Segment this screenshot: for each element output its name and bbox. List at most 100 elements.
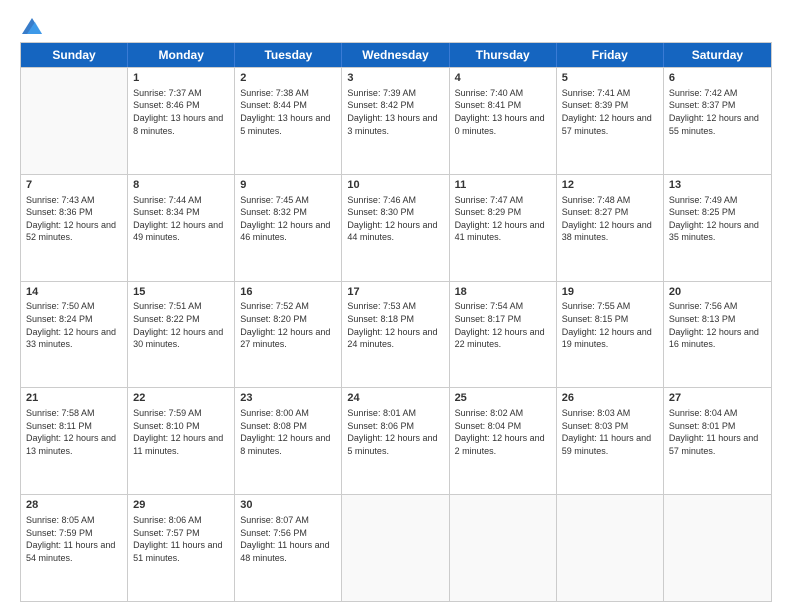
day-cell-30: 30Sunrise: 8:07 AM Sunset: 7:56 PM Dayli…: [235, 495, 342, 601]
day-number: 8: [133, 178, 229, 193]
day-cell-15: 15Sunrise: 7:51 AM Sunset: 8:22 PM Dayli…: [128, 282, 235, 388]
day-cell-22: 22Sunrise: 7:59 AM Sunset: 8:10 PM Dayli…: [128, 388, 235, 494]
day-cell-3: 3Sunrise: 7:39 AM Sunset: 8:42 PM Daylig…: [342, 68, 449, 174]
day-info: Sunrise: 7:48 AM Sunset: 8:27 PM Dayligh…: [562, 194, 658, 244]
day-number: 18: [455, 285, 551, 300]
day-info: Sunrise: 7:58 AM Sunset: 8:11 PM Dayligh…: [26, 407, 122, 457]
day-number: 7: [26, 178, 122, 193]
day-cell-7: 7Sunrise: 7:43 AM Sunset: 8:36 PM Daylig…: [21, 175, 128, 281]
day-cell-4: 4Sunrise: 7:40 AM Sunset: 8:41 PM Daylig…: [450, 68, 557, 174]
day-cell-6: 6Sunrise: 7:42 AM Sunset: 8:37 PM Daylig…: [664, 68, 771, 174]
day-cell-10: 10Sunrise: 7:46 AM Sunset: 8:30 PM Dayli…: [342, 175, 449, 281]
day-number: 11: [455, 178, 551, 193]
page: SundayMondayTuesdayWednesdayThursdayFrid…: [0, 0, 792, 612]
day-info: Sunrise: 8:03 AM Sunset: 8:03 PM Dayligh…: [562, 407, 658, 457]
empty-cell: [557, 495, 664, 601]
day-info: Sunrise: 7:46 AM Sunset: 8:30 PM Dayligh…: [347, 194, 443, 244]
day-cell-8: 8Sunrise: 7:44 AM Sunset: 8:34 PM Daylig…: [128, 175, 235, 281]
day-info: Sunrise: 7:51 AM Sunset: 8:22 PM Dayligh…: [133, 300, 229, 350]
day-number: 22: [133, 391, 229, 406]
day-info: Sunrise: 7:43 AM Sunset: 8:36 PM Dayligh…: [26, 194, 122, 244]
day-cell-23: 23Sunrise: 8:00 AM Sunset: 8:08 PM Dayli…: [235, 388, 342, 494]
day-number: 30: [240, 498, 336, 513]
empty-cell: [21, 68, 128, 174]
day-info: Sunrise: 7:52 AM Sunset: 8:20 PM Dayligh…: [240, 300, 336, 350]
day-cell-12: 12Sunrise: 7:48 AM Sunset: 8:27 PM Dayli…: [557, 175, 664, 281]
header: [20, 18, 772, 34]
day-info: Sunrise: 8:00 AM Sunset: 8:08 PM Dayligh…: [240, 407, 336, 457]
empty-cell: [342, 495, 449, 601]
calendar: SundayMondayTuesdayWednesdayThursdayFrid…: [20, 42, 772, 602]
calendar-body: 1Sunrise: 7:37 AM Sunset: 8:46 PM Daylig…: [21, 67, 771, 601]
logo: [20, 18, 42, 34]
calendar-header: SundayMondayTuesdayWednesdayThursdayFrid…: [21, 43, 771, 67]
week-row-4: 21Sunrise: 7:58 AM Sunset: 8:11 PM Dayli…: [21, 387, 771, 494]
header-day-saturday: Saturday: [664, 43, 771, 67]
day-cell-18: 18Sunrise: 7:54 AM Sunset: 8:17 PM Dayli…: [450, 282, 557, 388]
day-info: Sunrise: 7:41 AM Sunset: 8:39 PM Dayligh…: [562, 87, 658, 137]
day-info: Sunrise: 7:40 AM Sunset: 8:41 PM Dayligh…: [455, 87, 551, 137]
day-info: Sunrise: 7:47 AM Sunset: 8:29 PM Dayligh…: [455, 194, 551, 244]
day-cell-20: 20Sunrise: 7:56 AM Sunset: 8:13 PM Dayli…: [664, 282, 771, 388]
day-info: Sunrise: 8:01 AM Sunset: 8:06 PM Dayligh…: [347, 407, 443, 457]
day-number: 6: [669, 71, 766, 86]
day-number: 25: [455, 391, 551, 406]
day-cell-19: 19Sunrise: 7:55 AM Sunset: 8:15 PM Dayli…: [557, 282, 664, 388]
day-cell-2: 2Sunrise: 7:38 AM Sunset: 8:44 PM Daylig…: [235, 68, 342, 174]
day-number: 5: [562, 71, 658, 86]
day-info: Sunrise: 8:02 AM Sunset: 8:04 PM Dayligh…: [455, 407, 551, 457]
day-number: 2: [240, 71, 336, 86]
day-cell-17: 17Sunrise: 7:53 AM Sunset: 8:18 PM Dayli…: [342, 282, 449, 388]
day-cell-29: 29Sunrise: 8:06 AM Sunset: 7:57 PM Dayli…: [128, 495, 235, 601]
day-number: 27: [669, 391, 766, 406]
day-info: Sunrise: 7:55 AM Sunset: 8:15 PM Dayligh…: [562, 300, 658, 350]
day-cell-24: 24Sunrise: 8:01 AM Sunset: 8:06 PM Dayli…: [342, 388, 449, 494]
header-day-monday: Monday: [128, 43, 235, 67]
day-number: 15: [133, 285, 229, 300]
header-day-friday: Friday: [557, 43, 664, 67]
day-info: Sunrise: 7:56 AM Sunset: 8:13 PM Dayligh…: [669, 300, 766, 350]
day-number: 28: [26, 498, 122, 513]
day-number: 4: [455, 71, 551, 86]
day-number: 9: [240, 178, 336, 193]
day-cell-1: 1Sunrise: 7:37 AM Sunset: 8:46 PM Daylig…: [128, 68, 235, 174]
day-info: Sunrise: 7:42 AM Sunset: 8:37 PM Dayligh…: [669, 87, 766, 137]
empty-cell: [664, 495, 771, 601]
day-cell-16: 16Sunrise: 7:52 AM Sunset: 8:20 PM Dayli…: [235, 282, 342, 388]
day-info: Sunrise: 7:50 AM Sunset: 8:24 PM Dayligh…: [26, 300, 122, 350]
day-info: Sunrise: 7:45 AM Sunset: 8:32 PM Dayligh…: [240, 194, 336, 244]
day-cell-25: 25Sunrise: 8:02 AM Sunset: 8:04 PM Dayli…: [450, 388, 557, 494]
day-info: Sunrise: 7:38 AM Sunset: 8:44 PM Dayligh…: [240, 87, 336, 137]
day-number: 29: [133, 498, 229, 513]
day-info: Sunrise: 7:49 AM Sunset: 8:25 PM Dayligh…: [669, 194, 766, 244]
day-cell-9: 9Sunrise: 7:45 AM Sunset: 8:32 PM Daylig…: [235, 175, 342, 281]
day-number: 21: [26, 391, 122, 406]
day-number: 1: [133, 71, 229, 86]
logo-icon: [22, 18, 42, 34]
day-info: Sunrise: 7:54 AM Sunset: 8:17 PM Dayligh…: [455, 300, 551, 350]
day-cell-11: 11Sunrise: 7:47 AM Sunset: 8:29 PM Dayli…: [450, 175, 557, 281]
week-row-2: 7Sunrise: 7:43 AM Sunset: 8:36 PM Daylig…: [21, 174, 771, 281]
day-info: Sunrise: 8:05 AM Sunset: 7:59 PM Dayligh…: [26, 514, 122, 564]
day-number: 26: [562, 391, 658, 406]
day-cell-21: 21Sunrise: 7:58 AM Sunset: 8:11 PM Dayli…: [21, 388, 128, 494]
day-info: Sunrise: 7:53 AM Sunset: 8:18 PM Dayligh…: [347, 300, 443, 350]
day-number: 10: [347, 178, 443, 193]
day-number: 16: [240, 285, 336, 300]
day-info: Sunrise: 8:04 AM Sunset: 8:01 PM Dayligh…: [669, 407, 766, 457]
day-number: 24: [347, 391, 443, 406]
week-row-3: 14Sunrise: 7:50 AM Sunset: 8:24 PM Dayli…: [21, 281, 771, 388]
day-info: Sunrise: 7:39 AM Sunset: 8:42 PM Dayligh…: [347, 87, 443, 137]
day-number: 3: [347, 71, 443, 86]
day-info: Sunrise: 7:59 AM Sunset: 8:10 PM Dayligh…: [133, 407, 229, 457]
day-number: 19: [562, 285, 658, 300]
header-day-sunday: Sunday: [21, 43, 128, 67]
day-cell-13: 13Sunrise: 7:49 AM Sunset: 8:25 PM Dayli…: [664, 175, 771, 281]
day-number: 23: [240, 391, 336, 406]
day-number: 12: [562, 178, 658, 193]
header-day-thursday: Thursday: [450, 43, 557, 67]
day-number: 17: [347, 285, 443, 300]
week-row-5: 28Sunrise: 8:05 AM Sunset: 7:59 PM Dayli…: [21, 494, 771, 601]
day-number: 14: [26, 285, 122, 300]
day-cell-26: 26Sunrise: 8:03 AM Sunset: 8:03 PM Dayli…: [557, 388, 664, 494]
